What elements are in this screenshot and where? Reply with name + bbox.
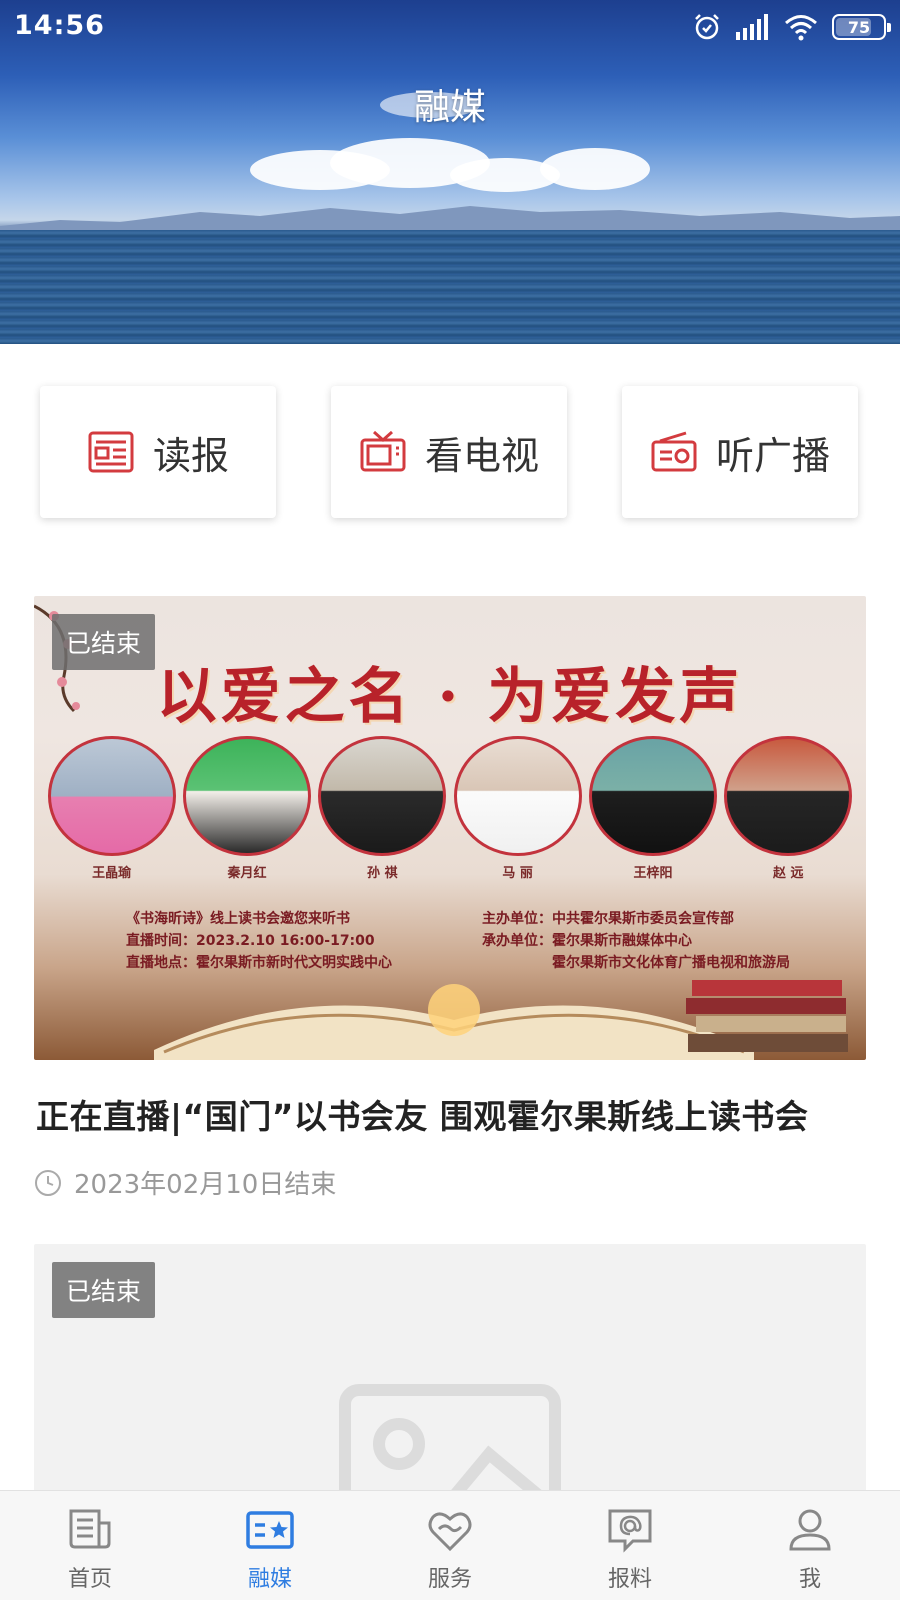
article-meta: 2023年02月10日结束 (34, 1164, 336, 1201)
clock-icon (35, 1169, 61, 1196)
guest-avatar: 秦月红 (182, 736, 311, 881)
guest-avatar: 孙 祺 (318, 736, 447, 881)
guest-name: 孙 祺 (367, 866, 398, 881)
status-bar: 14:56 75 (0, 0, 900, 56)
tab-service-label: 服务 (427, 1567, 472, 1592)
mountain-silhouette (0, 206, 900, 232)
radio-icon (651, 431, 697, 472)
status-badge: 已结束 (52, 614, 156, 670)
alarm-icon (695, 14, 719, 40)
tab-report-label: 报料 (607, 1567, 652, 1592)
page-title: 融媒 (413, 87, 486, 128)
watch-tv-label: 看电视 (424, 433, 539, 478)
read-newspaper-label: 读报 (152, 433, 229, 478)
battery-indicator: 75 (832, 14, 891, 40)
tab-home[interactable]: 首页 (0, 1491, 180, 1600)
guest-avatar: 赵 远 (724, 736, 853, 881)
tab-media[interactable]: 融媒 (180, 1491, 360, 1600)
guest-avatars: 王晶瑜 秦月红 孙 祺 马 丽 王梓阳 赵 远 (34, 736, 866, 881)
book-stack-illustration (686, 980, 848, 1052)
article-end-time: 2023年02月10日结束 (74, 1170, 337, 1200)
status-icons: 75 (692, 12, 891, 42)
battery-level-text: 75 (847, 17, 871, 37)
open-book-illustration (154, 984, 754, 1060)
tab-media-label: 融媒 (247, 1567, 292, 1592)
guest-avatar: 王梓阳 (588, 736, 717, 881)
home-news-icon (69, 1509, 111, 1549)
article-title[interactable]: 正在直播|“国门”以书会友 围观霍尔果斯线上读书会 (36, 1090, 866, 1138)
status-badge: 已结束 (52, 1262, 156, 1318)
read-newspaper-button[interactable]: 读报 (40, 386, 276, 518)
newspaper-icon (88, 431, 134, 473)
tab-report[interactable]: 报料 (540, 1491, 720, 1600)
guest-avatar: 马 丽 (453, 736, 582, 881)
cloud (540, 148, 650, 190)
poster-headline: 以爱之名 · 为爱发声 (156, 662, 744, 732)
live-event-card-image[interactable]: 已结束 (34, 1244, 866, 1504)
tab-service[interactable]: 服务 (360, 1491, 540, 1600)
signal-icon (736, 14, 768, 40)
listen-radio-button[interactable]: 听广播 (622, 386, 858, 518)
tab-me-label: 我 (798, 1567, 821, 1592)
bottom-tab-bar: 首页 融媒 服务 报料 我 (0, 1490, 900, 1600)
media-star-icon (246, 1511, 294, 1549)
guest-name: 秦月红 (227, 866, 267, 881)
tv-icon (360, 430, 406, 472)
guest-name: 马 丽 (502, 866, 533, 881)
poster-info-line: 《书海昕诗》线上读书会邀您来听书 (126, 911, 350, 927)
guest-name: 赵 远 (773, 866, 804, 881)
listen-radio-label: 听广播 (715, 433, 830, 478)
poster-info-line: 主办单位：中共霍尔果斯市委员会宣传部 (482, 911, 734, 927)
watch-tv-button[interactable]: 看电视 (331, 386, 567, 518)
tab-home-label: 首页 (67, 1567, 112, 1592)
image-placeholder-icon (339, 1384, 561, 1504)
live-event-poster[interactable]: 以爱之名 · 为爱发声 王晶瑜 秦月红 孙 祺 马 丽 王梓阳 赵 远 《书海昕… (34, 596, 866, 1060)
lake-water (0, 230, 900, 344)
user-icon (789, 1509, 831, 1551)
guest-avatar: 王晶瑜 (47, 736, 176, 881)
guest-name: 王梓阳 (633, 866, 673, 881)
heart-service-icon (428, 1512, 472, 1552)
wifi-icon (785, 15, 817, 41)
status-time: 14:56 (14, 10, 105, 41)
guest-name: 王晶瑜 (92, 866, 132, 881)
report-at-icon (608, 1509, 652, 1553)
tab-me[interactable]: 我 (720, 1491, 900, 1600)
